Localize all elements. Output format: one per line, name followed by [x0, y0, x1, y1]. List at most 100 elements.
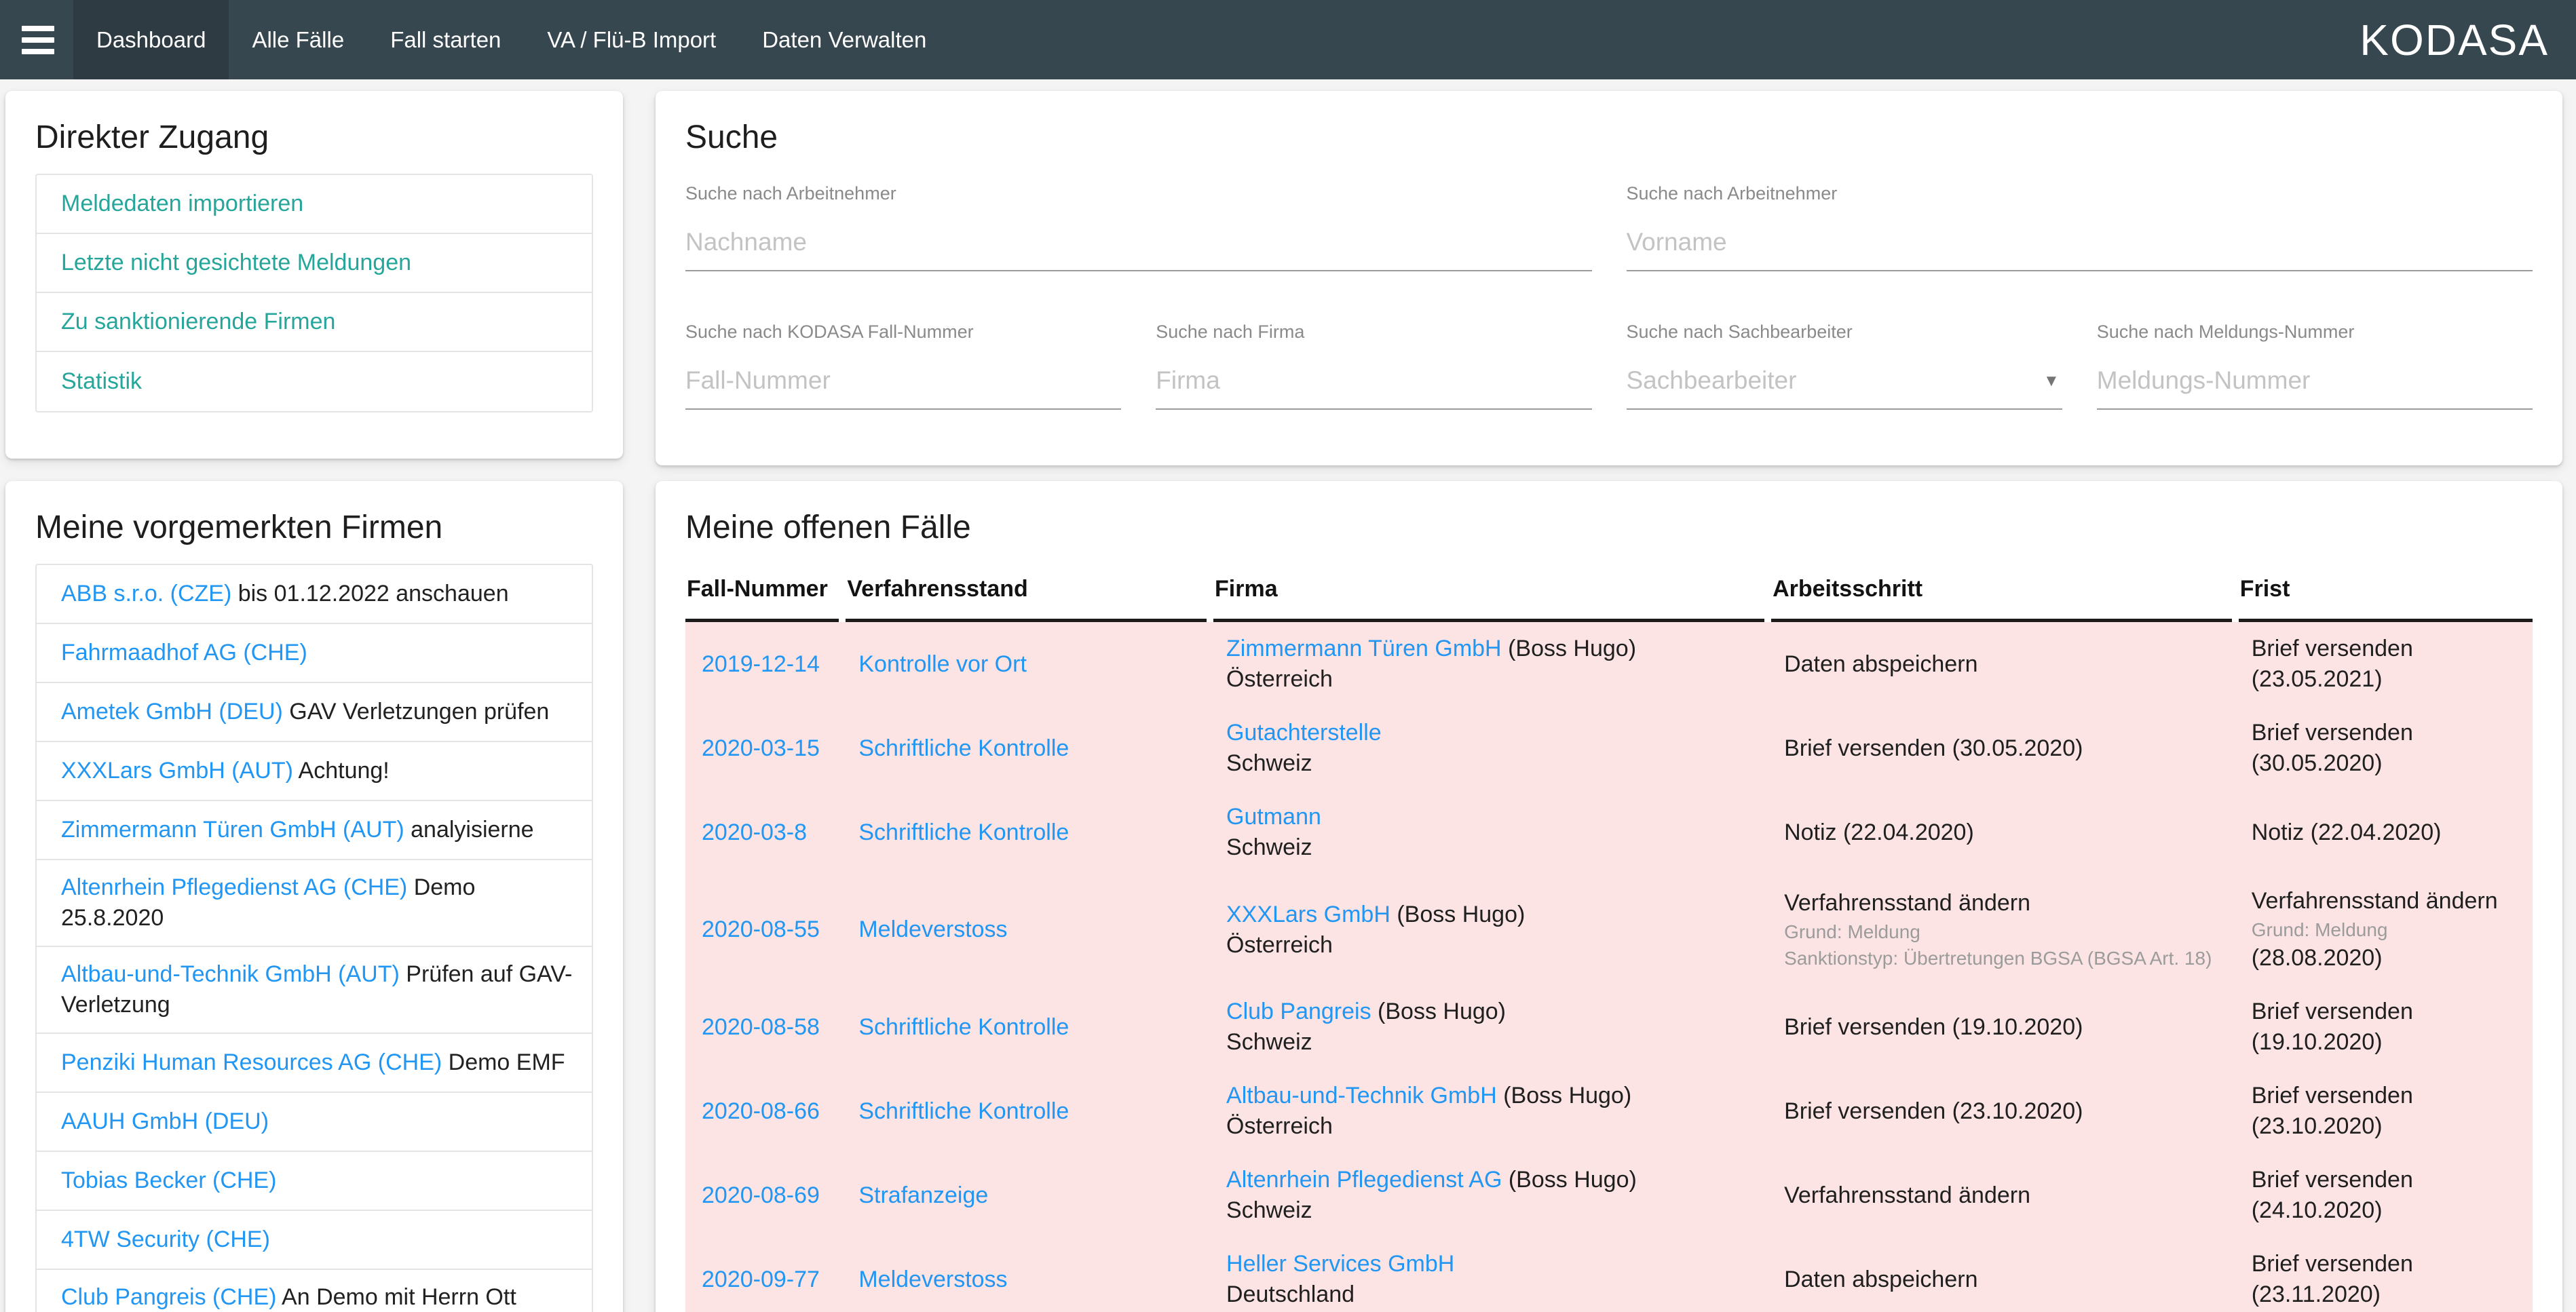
firma-link-heller-services-gmbh[interactable]: Heller Services GmbH — [1226, 1251, 1454, 1277]
offene-faelle-title: Meine offenen Fälle — [685, 481, 2533, 547]
search-field-meldungs-nummer: Suche nach Meldungs-Nummer — [2097, 320, 2533, 410]
list-item: XXXLars GmbH (AUT) Achtung! — [37, 742, 592, 801]
fall-link-2020-08-69[interactable]: 2020-08-69 — [702, 1182, 820, 1208]
left-column: Direkter Zugang Meldedaten importierenLe… — [5, 91, 623, 1312]
chevron-down-icon[interactable]: ▼ — [2043, 372, 2062, 408]
firm-link-altbau-und-technik-gmbh-aut[interactable]: Altbau-und-Technik GmbH (AUT) — [61, 961, 400, 987]
nav-item-daten-verwalten[interactable]: Daten Verwalten — [739, 0, 949, 79]
fall-link-2020-08-66[interactable]: 2020-08-66 — [702, 1098, 820, 1124]
firm-note: analyisierne — [411, 817, 533, 843]
cell-frist: Verfahrensstand ändernGrund: Meldung(28.… — [2235, 874, 2533, 985]
firm-link-abb-s-r-o-cze[interactable]: ABB s.r.o. (CZE) — [61, 581, 231, 606]
firma-link-zimmermann-t-ren-gmbh[interactable]: Zimmermann Türen GmbH — [1226, 636, 1502, 661]
list-item: Tobias Becker (CHE) — [37, 1152, 592, 1211]
vorgemerkte-firmen-title: Meine vorgemerkten Firmen — [35, 481, 593, 547]
fall-link-2020-08-55[interactable]: 2020-08-55 — [702, 917, 820, 942]
firm-entry: 4TW Security (CHE) — [61, 1224, 270, 1255]
firma-link-altbau-und-technik-gmbh[interactable]: Altbau-und-Technik GmbH — [1226, 1083, 1497, 1108]
field-label: Suche nach Sachbearbeiter — [1627, 320, 2062, 343]
link-statistik[interactable]: Statistik — [61, 366, 142, 397]
search-form: Suche nach ArbeitnehmerSuche nach Arbeit… — [685, 182, 2533, 410]
firma-land: Österreich — [1226, 664, 1754, 695]
search-input-meldungs-nummer[interactable] — [2097, 357, 2533, 408]
column-header-fall-nummer: Fall-Nummer — [685, 565, 842, 621]
firma-zusatz: (Boss Hugo) — [1509, 1167, 1637, 1193]
firma-link-club-pangreis[interactable]: Club Pangreis — [1226, 999, 1371, 1024]
table-row: 2020-08-69 Strafanzeige Altenrhein Pfleged… — [685, 1153, 2533, 1237]
firm-link-fahrmaadhof-ag-che[interactable]: Fahrmaadhof AG (CHE) — [61, 640, 307, 665]
suche-title: Suche — [685, 91, 2533, 157]
firma-line: Club Pangreis (Boss Hugo) — [1226, 997, 1754, 1027]
firm-note: Demo EMF — [449, 1049, 565, 1075]
cell-frist: Brief versenden(23.10.2020) — [2235, 1069, 2533, 1153]
arbeitsschritt-text: Brief versenden (19.10.2020) — [1784, 1012, 2222, 1043]
cell-verfahrensstand: Kontrolle vor Ort — [842, 621, 1210, 707]
arbeitsschritt-detail: Sanktionstyp: Übertretungen BGSA (BGSA A… — [1784, 945, 2222, 971]
form-row: Suche nach ArbeitnehmerSuche nach Arbeit… — [685, 182, 2533, 271]
nav-item-dashboard[interactable]: Dashboard — [73, 0, 229, 79]
frist-line: Verfahrensstand ändern — [2252, 886, 2519, 917]
verfahrensstand-link[interactable]: Meldeverstoss — [858, 1267, 1007, 1292]
fall-link-2019-12-14[interactable]: 2019-12-14 — [702, 651, 820, 677]
link-letzte-nicht-gesichtete-meldungen[interactable]: Letzte nicht gesichtete Meldungen — [61, 248, 411, 278]
verfahrensstand-link[interactable]: Schriftliche Kontrolle — [858, 819, 1069, 845]
fall-link-2020-03-8[interactable]: 2020-03-8 — [702, 819, 807, 845]
field-label: Suche nach Meldungs-Nummer — [2097, 320, 2533, 343]
firm-link-club-pangreis-che[interactable]: Club Pangreis (CHE) — [61, 1284, 276, 1310]
nav-item-fall-starten[interactable]: Fall starten — [367, 0, 524, 79]
cell-frist: Notiz (22.04.2020) — [2235, 790, 2533, 874]
firma-land: Schweiz — [1226, 1027, 1754, 1058]
firma-link-gutachterstelle[interactable]: Gutachterstelle — [1226, 720, 1382, 746]
search-input-vorname[interactable] — [1627, 218, 2533, 270]
firm-link-4tw-security-che[interactable]: 4TW Security (CHE) — [61, 1227, 270, 1252]
verfahrensstand-link[interactable]: Schriftliche Kontrolle — [858, 1014, 1069, 1040]
firm-link-altenrhein-pflegedienst-ag-che[interactable]: Altenrhein Pflegedienst AG (CHE) — [61, 874, 407, 900]
search-input-firma[interactable] — [1156, 357, 1591, 408]
firma-link-gutmann[interactable]: Gutmann — [1226, 804, 1321, 830]
table-row: 2019-12-14 Kontrolle vor Ort Zimmermann Tü… — [685, 621, 2533, 707]
fall-link-2020-09-77[interactable]: 2020-09-77 — [702, 1267, 820, 1292]
firma-link-altenrhein-pflegedienst-ag[interactable]: Altenrhein Pflegedienst AG — [1226, 1167, 1502, 1193]
verfahrensstand-link[interactable]: Strafanzeige — [858, 1182, 988, 1208]
verfahrensstand-link[interactable]: Schriftliche Kontrolle — [858, 735, 1069, 761]
firm-entry: Tobias Becker (CHE) — [61, 1165, 276, 1196]
table-row: 2020-08-66 Schriftliche Kontrolle Altbau-u… — [685, 1069, 2533, 1153]
firm-link-penziki-human-resources-ag-che[interactable]: Penziki Human Resources AG (CHE) — [61, 1049, 442, 1075]
firm-link-aauh-gmbh-deu[interactable]: AAUH GmbH (DEU) — [61, 1108, 269, 1134]
search-input-fall-nummer[interactable] — [685, 357, 1121, 408]
link-zu-sanktionierende-firmen[interactable]: Zu sanktionierende Firmen — [61, 307, 335, 337]
verfahrensstand-link[interactable]: Meldeverstoss — [858, 917, 1007, 942]
column-header-verfahrensstand: Verfahrensstand — [842, 565, 1210, 621]
direkter-zugang-card: Direkter Zugang Meldedaten importierenLe… — [5, 91, 623, 459]
firma-link-xxxlars-gmbh[interactable]: XXXLars GmbH — [1226, 902, 1390, 927]
offene-faelle-table: Fall-NummerVerfahrensstandFirmaArbeitssc… — [685, 565, 2533, 1312]
frist-line: Brief versenden — [2252, 634, 2519, 664]
navbar-items: DashboardAlle FälleFall startenVA / Flü-… — [73, 0, 949, 79]
firm-entry: Zimmermann Türen GmbH (AUT) analyisierne — [61, 815, 534, 845]
list-item: Statistik — [37, 352, 592, 411]
verfahrensstand-link[interactable]: Kontrolle vor Ort — [858, 651, 1027, 677]
frist-line: (19.10.2020) — [2252, 1027, 2519, 1058]
nav-item-va-fl-b-import[interactable]: VA / Flü-B Import — [524, 0, 739, 79]
field-label: Suche nach KODASA Fall-Nummer — [685, 320, 1121, 343]
fall-link-2020-03-15[interactable]: 2020-03-15 — [702, 735, 820, 761]
link-meldedaten-importieren[interactable]: Meldedaten importieren — [61, 189, 303, 219]
firm-link-tobias-becker-che[interactable]: Tobias Becker (CHE) — [61, 1168, 276, 1193]
firm-entry: Ametek GmbH (DEU) GAV Verletzungen prüfe… — [61, 697, 549, 727]
suche-card: Suche Suche nach ArbeitnehmerSuche nach … — [656, 91, 2562, 465]
menu-icon[interactable] — [22, 26, 54, 54]
search-input-sachbearbeiter[interactable] — [1627, 357, 2043, 408]
verfahrensstand-link[interactable]: Schriftliche Kontrolle — [858, 1098, 1069, 1124]
nav-item-alle-f-lle[interactable]: Alle Fälle — [229, 0, 367, 79]
fall-link-2020-08-58[interactable]: 2020-08-58 — [702, 1014, 820, 1040]
cell-verfahrensstand: Schriftliche Kontrolle — [842, 706, 1210, 790]
firm-link-ametek-gmbh-deu[interactable]: Ametek GmbH (DEU) — [61, 699, 283, 725]
cell-verfahrensstand: Strafanzeige — [842, 1153, 1210, 1237]
list-item: AAUH GmbH (DEU) — [37, 1093, 592, 1152]
cell-fall-nummer: 2020-08-55 — [685, 874, 842, 985]
firm-entry: Fahrmaadhof AG (CHE) — [61, 638, 307, 668]
firm-link-xxxlars-gmbh-aut[interactable]: XXXLars GmbH (AUT) — [61, 758, 293, 784]
search-input-nachname[interactable] — [685, 218, 1592, 270]
firm-link-zimmermann-t-ren-gmbh-aut[interactable]: Zimmermann Türen GmbH (AUT) — [61, 817, 404, 843]
firma-land: Schweiz — [1226, 748, 1754, 779]
